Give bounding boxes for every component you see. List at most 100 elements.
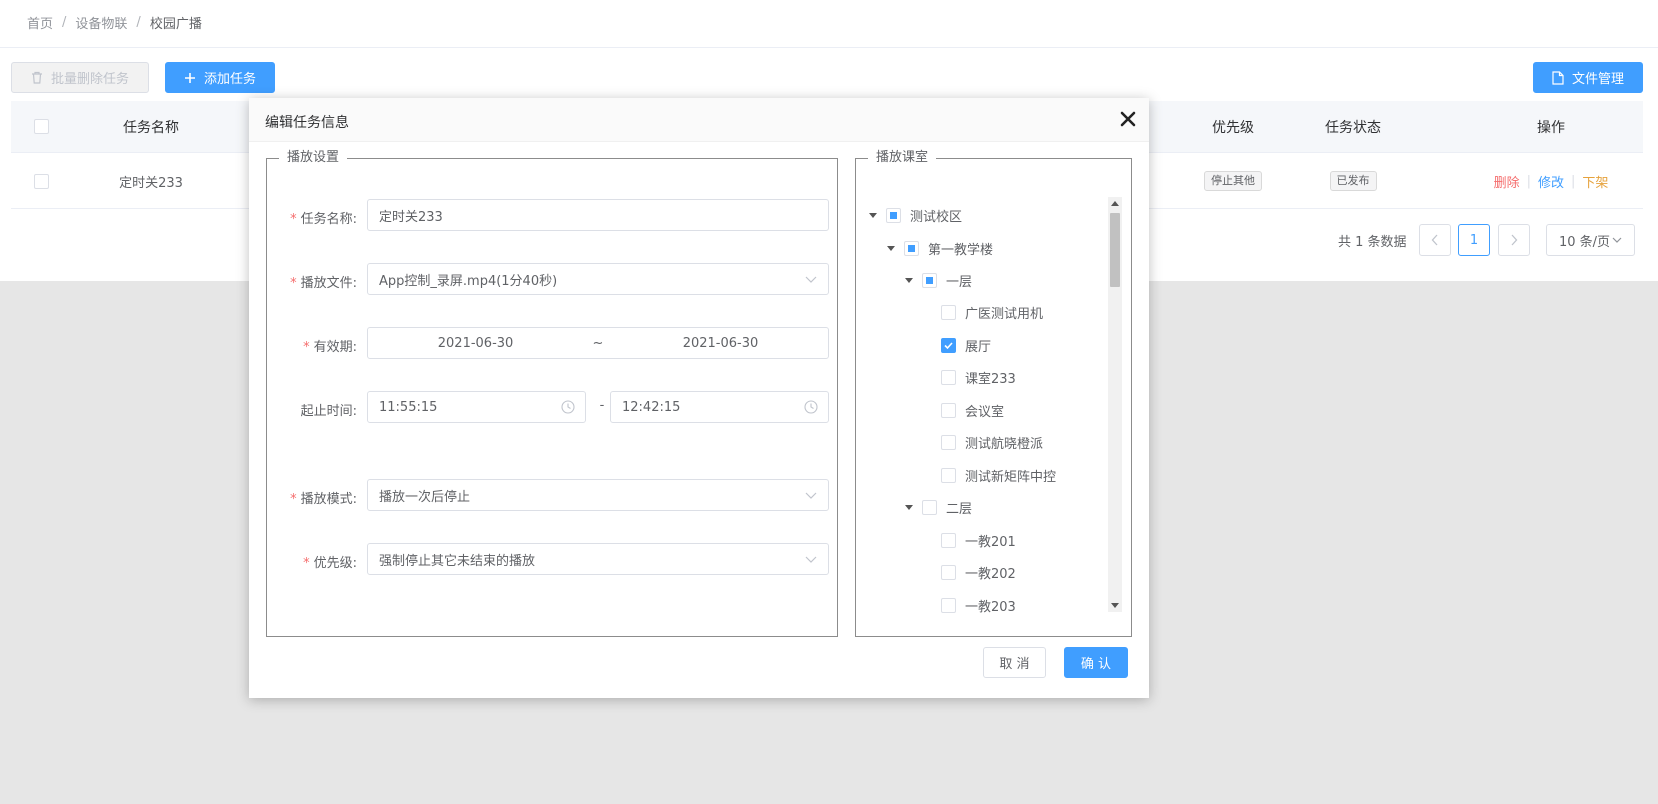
required-mark: *	[290, 492, 297, 507]
tree-scrollbar[interactable]	[1108, 197, 1122, 612]
tree-leaf-room[interactable]: 一教202	[941, 562, 1016, 582]
task-name-label: * 任务名称:	[267, 208, 357, 227]
row-checkbox[interactable]	[33, 173, 49, 189]
time-separator: -	[599, 398, 605, 413]
tree-node-label: 一教203	[965, 599, 1016, 615]
tree-leaf-room[interactable]: 展厅	[941, 335, 991, 355]
prev-page-button[interactable]	[1419, 224, 1451, 256]
task-name-value: 定时关233	[379, 209, 443, 225]
add-task-button[interactable]: 添加任务	[165, 62, 275, 93]
tree-node-floor1[interactable]: 一层	[905, 270, 972, 290]
breadcrumb-separator: /	[136, 14, 141, 30]
tree-node-building[interactable]: 第一教学楼	[887, 238, 993, 258]
tree-checkbox-checked[interactable]	[941, 337, 956, 353]
time-label: 起止时间:	[300, 404, 357, 419]
file-manage-button[interactable]: 文件管理	[1533, 62, 1643, 93]
column-header-priority: 优先级	[1212, 119, 1254, 136]
tree-node-floor2[interactable]: 二层	[905, 497, 972, 517]
validity-end-date[interactable]: 2021-06-30	[613, 336, 828, 351]
scroll-up-arrow-icon[interactable]	[1111, 201, 1119, 206]
tree-checkbox[interactable]	[941, 532, 956, 548]
chevron-right-icon	[1511, 234, 1518, 246]
breadcrumb-device[interactable]: 设备物联	[75, 13, 127, 32]
task-name-input[interactable]: 定时关233	[367, 199, 829, 231]
column-header-actions: 操作	[1537, 119, 1565, 136]
caret-down-icon[interactable]	[905, 504, 913, 510]
tree-checkbox[interactable]	[922, 499, 937, 515]
tree-checkbox[interactable]	[941, 564, 956, 580]
tree-checkbox[interactable]	[941, 369, 956, 385]
confirm-button[interactable]: 确 认	[1064, 647, 1128, 678]
next-page-button[interactable]	[1498, 224, 1530, 256]
caret-down-icon[interactable]	[887, 245, 895, 251]
row-task-name: 定时关233	[119, 175, 183, 191]
clock-icon	[561, 400, 575, 414]
tree-checkbox[interactable]	[941, 467, 956, 483]
priority-select[interactable]: 强制停止其它未结束的播放	[367, 543, 829, 575]
batch-delete-button[interactable]: 批量删除任务	[11, 62, 149, 93]
tree-checkbox[interactable]	[941, 434, 956, 450]
play-file-label-text: 播放文件:	[300, 276, 357, 291]
tree-scrollbar-thumb[interactable]	[1110, 213, 1120, 287]
caret-down-icon[interactable]	[905, 277, 913, 283]
chevron-down-icon	[805, 556, 817, 563]
tree-checkbox[interactable]	[941, 304, 956, 320]
tree-leaf-room[interactable]: 测试航晓橙派	[941, 432, 1043, 452]
breadcrumb: 首页 / 设备物联 / 校园广播	[27, 12, 202, 32]
tree-checkbox[interactable]	[904, 240, 919, 256]
close-icon[interactable]	[1119, 110, 1137, 128]
required-mark: *	[290, 212, 297, 227]
tree-node-label: 测试航晓橙派	[965, 436, 1044, 452]
status-tag: 已发布	[1329, 171, 1377, 191]
classrooms-legend: 播放课室	[868, 150, 937, 166]
validity-date-range[interactable]: 2021-06-30 ~ 2021-06-30	[367, 327, 829, 359]
tree-leaf-room[interactable]: 会议室	[941, 400, 1004, 420]
start-time-input[interactable]: 11:55:15	[367, 391, 586, 423]
priority-label-text: 优先级:	[313, 556, 357, 571]
tree-leaf-room[interactable]: 测试新矩阵中控	[941, 465, 1056, 485]
validity-label: * 有效期:	[267, 336, 357, 355]
validity-separator: ~	[592, 335, 604, 351]
tree-leaf-room[interactable]: 一教203	[941, 595, 1016, 615]
tree-leaf-room[interactable]: 广医测试用机	[941, 302, 1043, 322]
row-actions: 删除 | 修改 | 下架	[1471, 154, 1631, 208]
caret-down-icon[interactable]	[869, 212, 877, 218]
page-size-select[interactable]: 10 条/页	[1546, 224, 1635, 256]
cancel-button[interactable]: 取 消	[983, 647, 1046, 678]
select-all-cell	[11, 101, 71, 152]
play-mode-label: * 播放模式:	[267, 488, 357, 507]
tree-checkbox[interactable]	[886, 207, 901, 223]
unpublish-link[interactable]: 下架	[1582, 172, 1608, 191]
task-name-label-text: 任务名称:	[300, 212, 357, 227]
breadcrumb-separator: /	[62, 14, 67, 30]
pagination-total: 共 1 条数据	[1338, 234, 1407, 250]
tree-node-label: 课室233	[965, 371, 1016, 387]
scroll-down-arrow-icon[interactable]	[1111, 603, 1119, 608]
priority-label: * 优先级:	[267, 552, 357, 571]
tree-leaf-room[interactable]: 一教201	[941, 530, 1016, 550]
page-number-button[interactable]: 1	[1458, 224, 1490, 256]
tree-node-campus[interactable]: 测试校区	[869, 205, 962, 225]
tree-node-label: 会议室	[965, 404, 1005, 420]
play-file-label: * 播放文件:	[267, 272, 357, 291]
validity-label-text: 有效期:	[313, 340, 357, 355]
tree-checkbox[interactable]	[941, 597, 956, 613]
play-file-select[interactable]: App控制_录屏.mp4(1分40秒)	[367, 263, 829, 295]
header-divider	[0, 47, 1658, 48]
play-mode-select[interactable]: 播放一次后停止	[367, 479, 829, 511]
end-time-input[interactable]: 12:42:15	[610, 391, 829, 423]
play-settings-group: 播放设置 * 任务名称: 定时关233 * 播放文件: App控制_录屏.mp4(1…	[266, 150, 838, 637]
start-time-value: 11:55:15	[379, 399, 438, 415]
priority-value: 强制停止其它未结束的播放	[379, 553, 536, 569]
row-select-cell	[11, 154, 71, 208]
column-header-status: 任务状态	[1325, 119, 1381, 136]
validity-start-date[interactable]: 2021-06-30	[368, 336, 583, 351]
select-all-checkbox[interactable]	[33, 119, 49, 134]
delete-link[interactable]: 删除	[1494, 172, 1520, 191]
tree-leaf-room[interactable]: 课室233	[941, 367, 1016, 387]
tree-checkbox[interactable]	[941, 402, 956, 418]
breadcrumb-home[interactable]: 首页	[27, 13, 53, 32]
edit-link[interactable]: 修改	[1538, 172, 1564, 191]
tree-checkbox[interactable]	[922, 272, 937, 288]
row-status-cell: 已发布	[1303, 154, 1403, 208]
